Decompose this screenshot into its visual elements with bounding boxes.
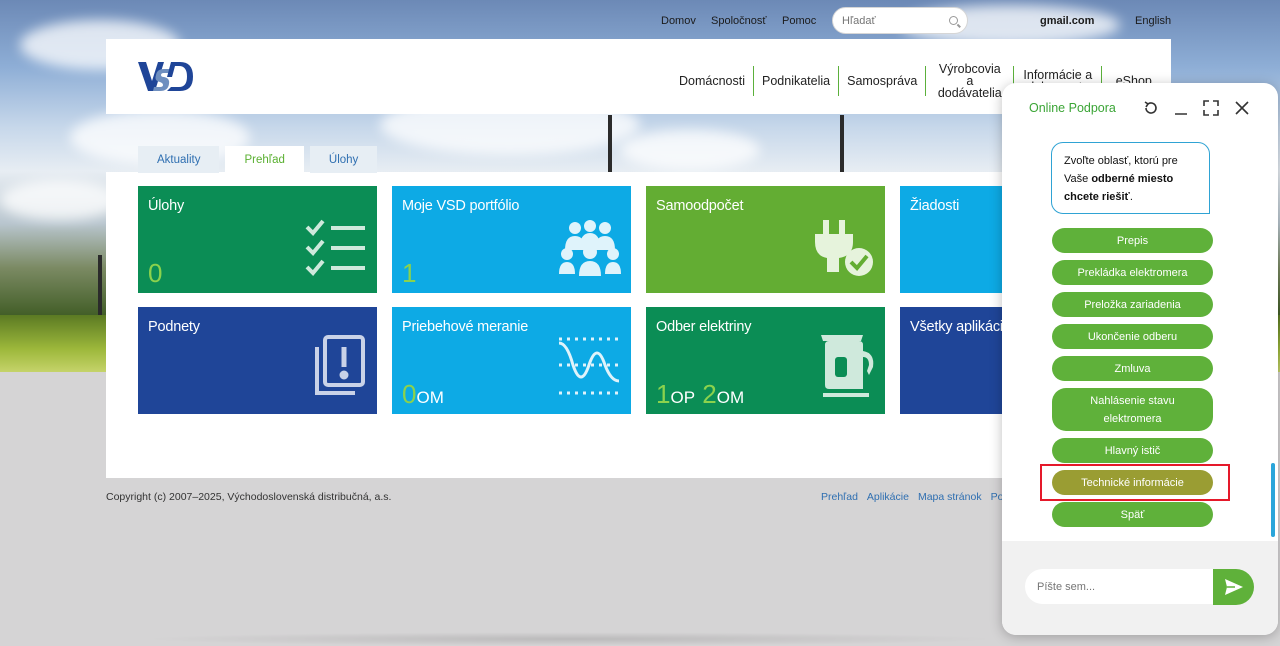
nav-domacnosti[interactable]: Domácnosti (671, 66, 753, 96)
cloud (620, 130, 760, 170)
tile-samoodpocet[interactable]: Samoodpočet (646, 186, 885, 293)
tile-odber-elektriny[interactable]: Odber elektriny 1OP 2OM (646, 307, 885, 414)
option-spat[interactable]: Späť (1052, 502, 1213, 527)
close-icon[interactable] (1234, 100, 1250, 116)
send-icon (1224, 579, 1243, 595)
cloud (0, 180, 120, 220)
nav-podnikatelia[interactable]: Podnikatelia (753, 66, 838, 96)
tile-count-unit: OM (416, 388, 444, 407)
option-nahlasenie-stavu[interactable]: Nahlásenie stavu elektromera (1052, 388, 1213, 431)
top-utility-bar: Domov Spoločnosť Pomoc gmail.com English (0, 12, 1280, 30)
nav-vyrobcovia[interactable]: Výrobcovia a dodávatelia (925, 63, 1013, 99)
help-link[interactable]: Pomoc (782, 15, 816, 27)
option-ukoncenie-odberu[interactable]: Ukončenie odberu (1052, 324, 1213, 349)
restart-icon[interactable] (1143, 100, 1159, 116)
exclamation-docs-icon (313, 335, 367, 402)
chat-widget: Online Podpora Zvoľte oblasť, ktorú pre … (1002, 83, 1278, 635)
people-group-icon (559, 220, 621, 281)
tile-title: Žiadosti (910, 198, 960, 214)
tile-priebehove-meranie[interactable]: Priebehové meranie 0OM (392, 307, 631, 414)
wave-chart-icon (557, 335, 621, 402)
tile-count-unit: OP (670, 388, 696, 407)
search-icon[interactable] (949, 16, 958, 25)
tile-count: 1 (402, 258, 417, 288)
chat-header: Online Podpora (1002, 83, 1278, 133)
highlight-box (1040, 464, 1230, 501)
tab-prehlad[interactable]: Prehľad (225, 146, 304, 173)
tile-vsetky-aplikacie[interactable]: Všetky aplikácie (900, 307, 1011, 414)
account-link[interactable]: gmail.com (1040, 15, 1094, 27)
tile-count-value: 2 (702, 379, 717, 409)
tile-title: Samoodpočet (656, 198, 744, 214)
tile-title: Odber elektriny (656, 319, 752, 335)
maximize-icon[interactable] (1203, 100, 1219, 116)
company-link[interactable]: Spoločnosť (711, 15, 767, 27)
tile-count-unit: OM (716, 388, 745, 407)
chat-scrollbar[interactable] (1271, 463, 1275, 537)
tab-ulohy[interactable]: Úlohy (309, 146, 378, 173)
option-prepis[interactable]: Prepis (1052, 228, 1213, 253)
tile-count: 0OM (402, 379, 444, 410)
minimize-icon[interactable] (1173, 100, 1189, 116)
option-zmluva[interactable]: Zmluva (1052, 356, 1213, 381)
tile-title: Priebehové meranie (402, 319, 529, 335)
bot-message: Zvoľte oblasť, ktorú pre Vaše odberné mi… (1051, 142, 1210, 214)
option-preklada-elektromera[interactable]: Prekládka elektromera (1052, 260, 1213, 285)
send-button[interactable] (1213, 569, 1254, 605)
kettle-icon (819, 331, 875, 402)
bottom-shadow (140, 632, 1000, 646)
tile-title: Moje VSD portfólio (402, 198, 520, 214)
chat-message-input[interactable] (1025, 569, 1215, 604)
tile-podnety[interactable]: Podnety (138, 307, 377, 414)
tile-ulohy[interactable]: Úlohy 0 (138, 186, 377, 293)
tile-count: 1OP 2OM (656, 379, 744, 410)
plug-check-icon (813, 220, 875, 281)
tile-ziadosti[interactable]: Žiadosti (900, 186, 1002, 293)
language-link[interactable]: English (1135, 15, 1171, 27)
option-prelozka-zariadenia[interactable]: Preložka zariadenia (1052, 292, 1213, 317)
tile-count: 0 (148, 258, 163, 288)
footer-links: Prehľad Aplikácie Mapa stránok Po (821, 491, 1003, 503)
search-input[interactable] (842, 15, 942, 27)
nav-samosprava[interactable]: Samospráva (838, 66, 925, 96)
search-box (832, 7, 968, 34)
power-tower (840, 115, 844, 175)
footer-link-aplikacie[interactable]: Aplikácie (867, 491, 909, 503)
tile-count-value: 1 (656, 379, 671, 409)
tile-title: Všetky aplikácie (910, 319, 1011, 335)
tile-title: Úlohy (148, 198, 185, 214)
footer-link-mapa[interactable]: Mapa stránok (918, 491, 982, 503)
content-tabs: Aktuality Prehľad Úlohy (138, 146, 378, 173)
checklist-icon (305, 218, 367, 281)
home-link[interactable]: Domov (661, 15, 696, 27)
chat-footer (1002, 541, 1278, 635)
vsd-logo[interactable] (136, 61, 194, 98)
chat-title: Online Podpora (1029, 101, 1116, 115)
tile-count-value: 0 (402, 379, 417, 409)
chat-messages: Zvoľte oblasť, ktorú pre Vaše odberné mi… (1002, 133, 1278, 541)
footer-link-prehlad[interactable]: Prehľad (821, 491, 858, 503)
option-hlavny-istic[interactable]: Hlavný istič (1052, 438, 1213, 463)
tile-portfolio[interactable]: Moje VSD portfólio 1 (392, 186, 631, 293)
bot-message-text: . (1129, 191, 1133, 203)
tile-title: Podnety (148, 319, 200, 335)
power-tower (608, 115, 612, 175)
tab-aktuality[interactable]: Aktuality (138, 146, 220, 173)
